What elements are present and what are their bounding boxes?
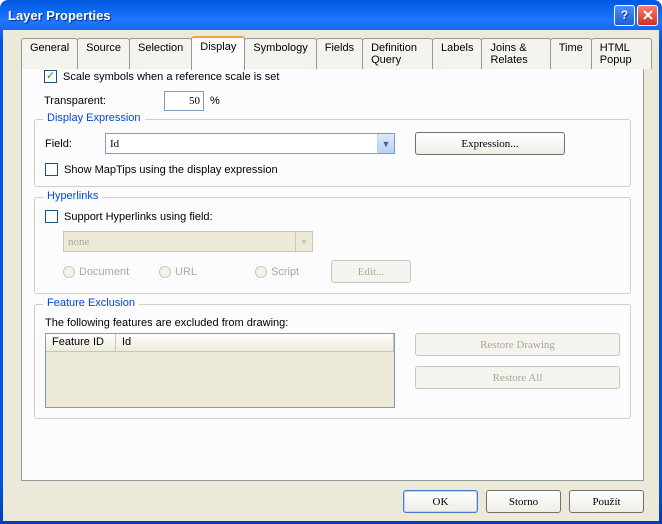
radio-url-label: URL <box>175 266 255 278</box>
exclusion-col-id[interactable]: Id <box>116 334 394 351</box>
help-button[interactable]: ? <box>614 5 635 26</box>
radio-url <box>159 266 171 278</box>
hyperlinks-field-value: none <box>68 236 89 248</box>
tab-joins-relates[interactable]: Joins & Relates <box>481 38 550 69</box>
hyperlinks-field-combo: none ▼ <box>63 231 313 252</box>
exclusion-col-featureid[interactable]: Feature ID <box>46 334 116 351</box>
tab-strip: General Source Selection Display Symbolo… <box>3 30 659 69</box>
tab-panel-display: ✓ Scale symbols when a reference scale i… <box>21 59 644 481</box>
group-title-display-expression: Display Expression <box>43 112 145 124</box>
apply-button[interactable]: Použít <box>569 490 644 513</box>
dialog-buttons: OK Storno Použít <box>403 490 644 513</box>
titlebar[interactable]: Layer Properties ? <box>0 0 662 30</box>
window-title: Layer Properties <box>8 8 614 23</box>
tab-time[interactable]: Time <box>550 38 592 69</box>
expression-button[interactable]: Expression... <box>415 132 565 155</box>
window: Layer Properties ? General Source Select… <box>0 0 662 524</box>
tab-labels[interactable]: Labels <box>432 38 482 69</box>
transparent-unit: % <box>210 95 220 107</box>
field-combo-value: Id <box>110 138 119 150</box>
edit-button: Edit... <box>331 260 411 283</box>
scale-symbols-label: Scale symbols when a reference scale is … <box>63 71 279 83</box>
group-display-expression: Display Expression Field: Id ▼ Expressio… <box>34 119 631 187</box>
tab-general[interactable]: General <box>21 38 78 69</box>
field-label: Field: <box>45 138 105 150</box>
transparent-input[interactable] <box>164 91 204 111</box>
chevron-down-icon: ▼ <box>377 134 394 153</box>
restore-drawing-button: Restore Drawing <box>415 333 620 356</box>
field-combo[interactable]: Id ▼ <box>105 133 395 154</box>
radio-script <box>255 266 267 278</box>
close-button[interactable] <box>637 5 658 26</box>
feature-exclusion-desc: The following features are excluded from… <box>45 317 620 329</box>
ok-button[interactable]: OK <box>403 490 478 513</box>
tab-fields[interactable]: Fields <box>316 38 363 69</box>
maptips-label: Show MapTips using the display expressio… <box>64 164 278 176</box>
tab-display[interactable]: Display <box>191 36 245 70</box>
exclusion-list[interactable]: Feature ID Id <box>45 333 395 408</box>
tab-symbology[interactable]: Symbology <box>244 38 316 69</box>
tab-html-popup[interactable]: HTML Popup <box>591 38 652 69</box>
restore-all-button: Restore All <box>415 366 620 389</box>
transparent-label: Transparent: <box>44 95 164 107</box>
hyperlinks-checkbox[interactable] <box>45 210 58 223</box>
group-hyperlinks: Hyperlinks Support Hyperlinks using fiel… <box>34 197 631 294</box>
radio-document-label: Document <box>79 266 159 278</box>
chevron-down-icon: ▼ <box>295 232 312 251</box>
client-area: General Source Selection Display Symbolo… <box>3 30 659 521</box>
exclusion-header: Feature ID Id <box>46 334 394 352</box>
group-feature-exclusion: Feature Exclusion The following features… <box>34 304 631 419</box>
radio-document <box>63 266 75 278</box>
hyperlinks-label: Support Hyperlinks using field: <box>64 211 213 223</box>
cancel-button[interactable]: Storno <box>486 490 561 513</box>
group-title-hyperlinks: Hyperlinks <box>43 190 102 202</box>
tab-definition-query[interactable]: Definition Query <box>362 38 433 69</box>
tab-selection[interactable]: Selection <box>129 38 192 69</box>
scale-symbols-checkbox[interactable]: ✓ <box>44 70 57 83</box>
maptips-checkbox[interactable] <box>45 163 58 176</box>
radio-script-label: Script <box>271 266 331 278</box>
group-title-feature-exclusion: Feature Exclusion <box>43 297 139 309</box>
tab-source[interactable]: Source <box>77 38 130 69</box>
